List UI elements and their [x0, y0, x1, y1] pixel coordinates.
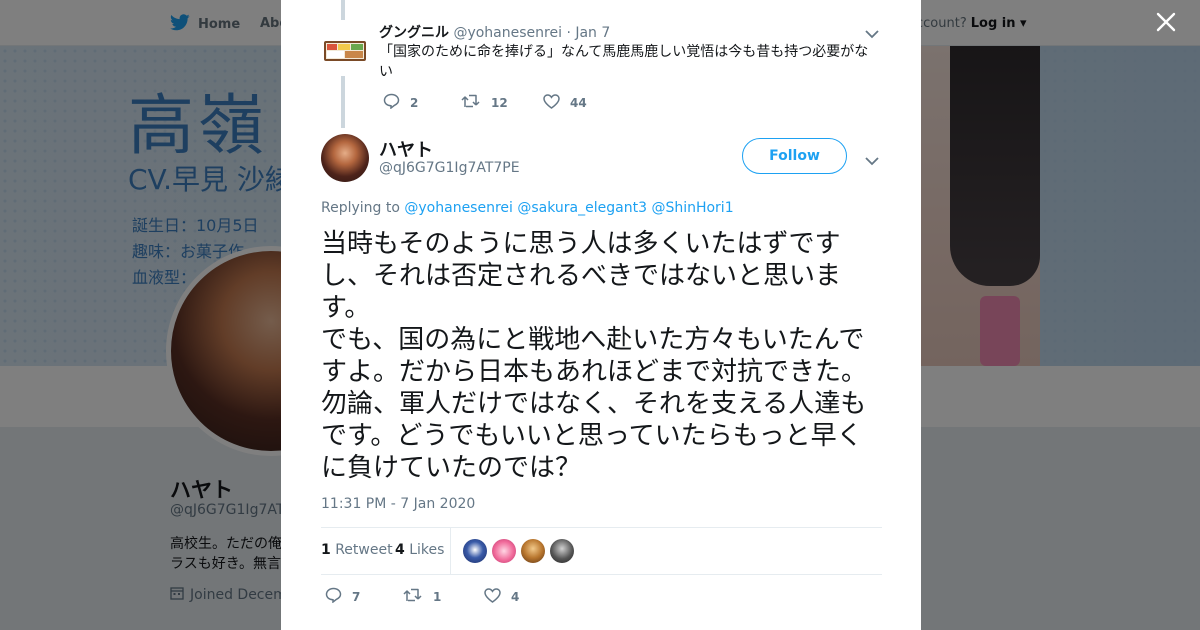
- chevron-down-icon: [865, 24, 879, 43]
- liker-avatar[interactable]: [550, 539, 574, 563]
- tweet-stats: 1 Retweet 4 Likes: [321, 527, 882, 575]
- tweet-timestamp[interactable]: 11:31 PM - 7 Jan 2020: [321, 496, 475, 512]
- retweet-button[interactable]: 1: [403, 588, 484, 605]
- mention-link[interactable]: @ShinHori1: [651, 200, 733, 216]
- mention-link[interactable]: @sakura_elegant3: [517, 200, 647, 216]
- stats-divider: [450, 528, 451, 574]
- heart-icon: [484, 587, 501, 606]
- mention-link[interactable]: @yohanesenrei: [404, 200, 513, 216]
- parent-tweet-actions: 2 12 44: [383, 93, 587, 112]
- retweet-stat-count: 1: [321, 542, 331, 558]
- reply-icon: [325, 587, 342, 606]
- reply-icon: [383, 93, 400, 112]
- tweet-author-name[interactable]: ハヤト: [379, 136, 433, 162]
- parent-tweet-header: グングニル @yohanesenrei · Jan 7: [379, 22, 610, 42]
- likes-stat-label: Likes: [409, 542, 445, 558]
- like-count: 4: [511, 589, 520, 604]
- likes-stat[interactable]: 4 Likes: [395, 542, 444, 558]
- retweet-icon: [403, 588, 423, 605]
- close-icon: [1156, 12, 1176, 36]
- reply-button[interactable]: 7: [325, 587, 403, 606]
- likes-stat-count: 4: [395, 542, 405, 558]
- replying-to: Replying to @yohanesenrei @sakura_elegan…: [321, 200, 734, 216]
- liker-avatar[interactable]: [463, 539, 487, 563]
- like-button[interactable]: 44: [543, 93, 587, 112]
- retweet-count: 1: [433, 589, 442, 604]
- liker-avatar[interactable]: [492, 539, 516, 563]
- replying-to-label: Replying to: [321, 200, 400, 216]
- tweet-author-handle[interactable]: @qJ6G7G1Ig7AT7PE: [379, 160, 520, 176]
- retweet-icon: [461, 94, 481, 111]
- parent-tweet-text: 「国家のために命を捧げる」なんて馬鹿馬鹿しい覚悟は今も昔も持つ必要がない: [379, 44, 869, 80]
- parent-tweet-menu[interactable]: [865, 24, 879, 43]
- parent-tweet-handle[interactable]: @yohanesenrei: [453, 25, 562, 41]
- reply-button[interactable]: 2: [383, 93, 461, 112]
- tweet-actions: 7 1 4: [325, 587, 519, 606]
- retweet-stat[interactable]: 1 Retweet: [321, 542, 393, 558]
- tweet-text: 当時もそのように思う人は多くいたはずですし、それは否定されるべきではないと思いま…: [321, 229, 868, 483]
- parent-tweet-avatar[interactable]: [321, 34, 369, 68]
- like-button[interactable]: 4: [484, 587, 520, 606]
- retweet-count: 12: [491, 95, 508, 110]
- parent-tweet-name[interactable]: グングニル: [379, 25, 449, 41]
- close-button[interactable]: [1152, 10, 1180, 38]
- reply-count: 7: [352, 589, 361, 604]
- parent-tweet[interactable]: グングニル @yohanesenrei · Jan 7 「国家のために命を捧げる…: [321, 0, 881, 128]
- liker-avatar[interactable]: [521, 539, 545, 563]
- like-count: 44: [570, 95, 587, 110]
- chevron-down-icon: [865, 151, 879, 170]
- parent-tweet-separator: ·: [566, 25, 571, 41]
- reply-count: 2: [410, 95, 419, 110]
- heart-icon: [543, 93, 560, 112]
- follow-button[interactable]: Follow: [742, 138, 847, 174]
- retweet-button[interactable]: 12: [461, 94, 543, 111]
- tweet-menu[interactable]: [865, 151, 879, 170]
- tweet-author-avatar[interactable]: [321, 134, 369, 182]
- retweet-stat-label: Retweet: [335, 542, 393, 558]
- parent-tweet-date[interactable]: Jan 7: [575, 25, 610, 41]
